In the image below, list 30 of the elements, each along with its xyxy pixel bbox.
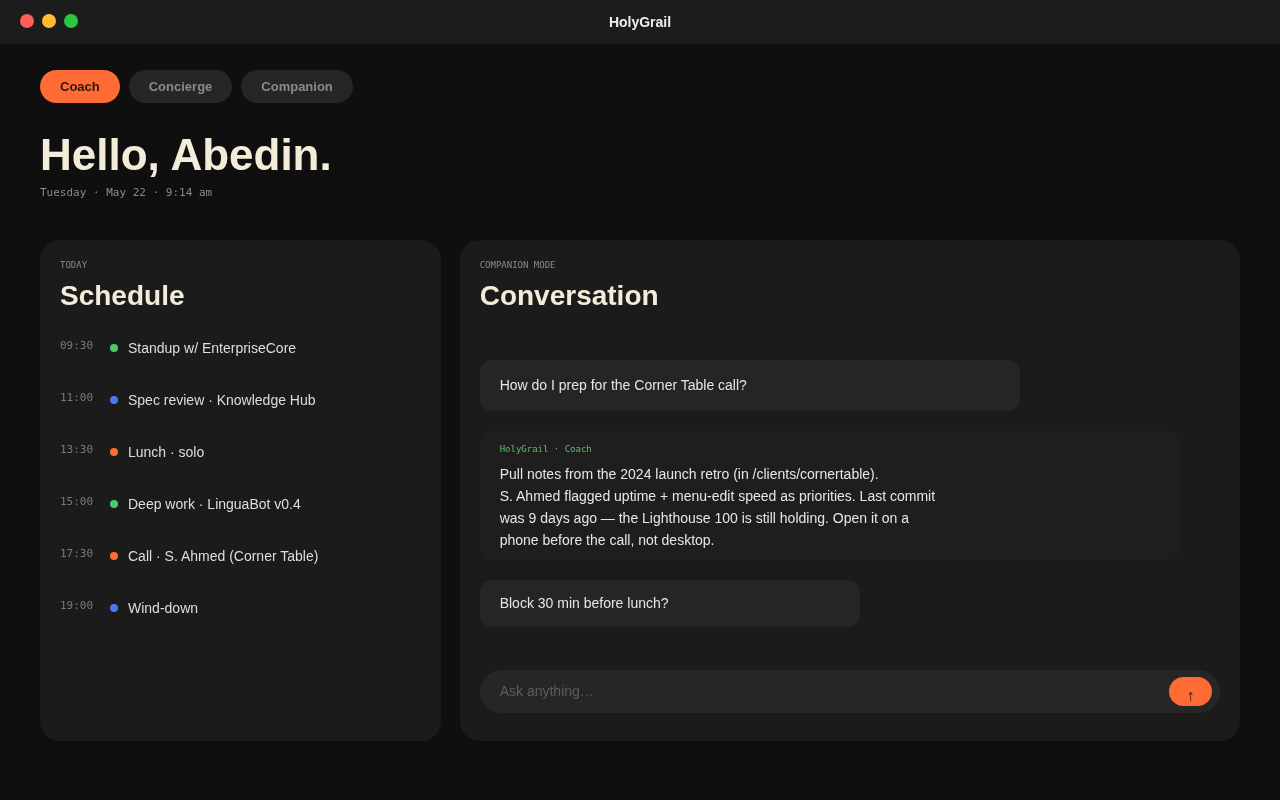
event-time: 11:00 (60, 390, 95, 406)
user-message: How do I prep for the Corner Table call? (479, 360, 1020, 411)
message-author: HolyGrail · Coach (499, 443, 592, 455)
date-text: Tuesday · May 22 · 9:14 am (40, 186, 213, 200)
greeting-heading: Hello, Abedin. (40, 131, 332, 179)
window-title: HolyGrail (608, 12, 672, 32)
event-title: Spec review · Knowledge Hub (128, 391, 316, 410)
window-minimize-icon[interactable] (42, 14, 56, 28)
event-title: Wind-down (128, 599, 199, 618)
event-time: 09:30 (60, 338, 95, 354)
mode-tab[interactable]: Coach (40, 70, 120, 103)
event-time: 17:30 (60, 546, 95, 562)
section-title: Conversation (479, 279, 659, 313)
event-title: Lunch · solo (128, 443, 205, 462)
event-time: 13:30 (60, 442, 95, 458)
section-title: Schedule (60, 279, 185, 313)
mode-tab[interactable]: Companion (241, 70, 353, 103)
section-eyebrow: TODAY (60, 259, 88, 271)
mode-tab[interactable]: Concierge (128, 70, 233, 103)
event-time: 15:00 (60, 494, 95, 510)
message-text: Pull notes from the 2024 launch retro (in /clients/cornertable). S. Ahmed flagged uptime + menu-edit speed as priorities. Last commit was 9 days ago — the Lighthouse 100 is still holding. Open it on a phone before the call, not desktop. (499, 465, 937, 550)
event-time: 19:00 (60, 598, 95, 614)
window-close-icon[interactable] (20, 14, 34, 28)
send-button[interactable]: ↑ (1169, 677, 1212, 706)
event-title: Deep work · LinguaBot v0.4 (128, 495, 301, 514)
window-zoom-icon[interactable] (64, 14, 78, 28)
event-title: Standup w/ EnterpriseCore (128, 339, 297, 358)
section-eyebrow: COMPANION MODE (479, 259, 556, 271)
user-message: Block 30 min before lunch? (479, 580, 860, 627)
event-title: Call · S. Ahmed (Corner Table) (128, 547, 319, 566)
